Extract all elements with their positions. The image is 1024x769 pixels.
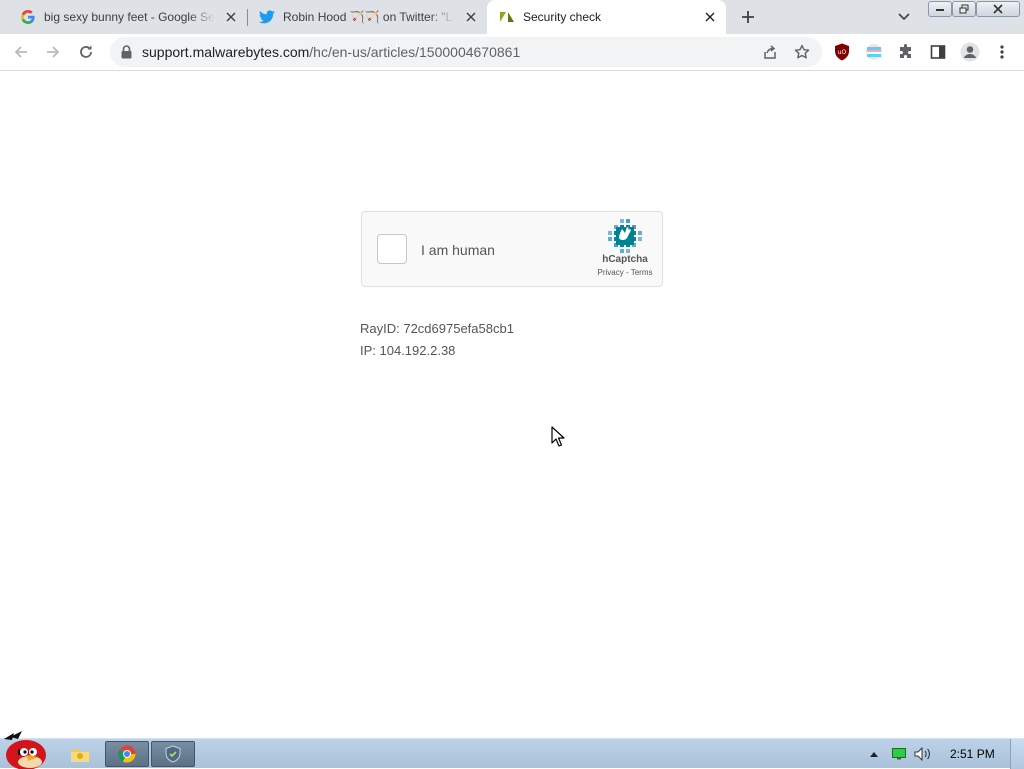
ip-address-text: IP: 104.192.2.38 [360,343,456,358]
browser-window: big sexy bunny feet - Google Search Robi… [0,0,1024,738]
tab-search-button[interactable] [894,7,914,27]
volume-tray-icon[interactable] [912,739,934,769]
profile-avatar-icon[interactable] [958,40,982,64]
link-separator: - [623,268,631,277]
checkbox-label[interactable]: I am human [421,242,495,258]
captcha-links: Privacy - Terms [594,268,656,277]
close-tab-icon[interactable] [461,7,481,27]
google-icon [20,9,36,25]
human-checkbox[interactable] [377,234,407,264]
show-hidden-icons-button[interactable] [866,739,882,769]
new-tab-button[interactable] [736,6,760,28]
lock-icon[interactable] [119,44,133,60]
network-icon [892,748,906,760]
url-text[interactable]: support.malwarebytes.com/hc/en-us/articl… [142,44,520,60]
restore-icon [952,0,976,17]
twitter-icon [259,9,275,25]
chrome-menu-icon[interactable] [990,40,1014,64]
ray-id-text: RayID: 72cd6975efa58cb1 [360,321,514,336]
svg-text:uO: uO [838,49,847,56]
hcaptcha-logo-icon [608,219,642,253]
privacy-link[interactable]: Privacy [598,268,624,277]
speaker-icon [914,747,930,761]
start-button-angry-bird-icon[interactable] [0,731,50,769]
address-bar[interactable]: support.malwarebytes.com/hc/en-us/articl… [110,37,822,67]
restore-button[interactable] [952,0,976,17]
forward-button[interactable] [41,40,65,64]
terms-link[interactable]: Terms [631,268,653,277]
window-close-button[interactable] [976,0,1020,17]
close-tab-icon[interactable] [700,7,720,27]
extensions-puzzle-icon[interactable] [894,40,918,64]
zendesk-icon [499,9,515,25]
extension-flag-icon[interactable] [862,40,886,64]
network-tray-icon[interactable] [890,739,908,769]
taskbar-clock[interactable]: 2:51 PM [950,747,995,761]
minimize-button[interactable] [928,0,952,17]
browser-toolbar: support.malwarebytes.com/hc/en-us/articl… [0,34,1024,71]
back-button[interactable] [9,40,33,64]
taskbar-chrome[interactable] [105,741,149,767]
tab-title: Robin Hood 🏹🏹 on Twitter: "Lola [283,10,455,24]
mouse-cursor-icon [551,426,565,447]
tab-twitter[interactable]: Robin Hood 🏹🏹 on Twitter: "Lola [247,0,487,34]
reload-button[interactable] [74,40,98,64]
shield-icon [165,745,181,763]
taskbar-explorer[interactable] [58,741,102,767]
folder-icon [71,749,89,762]
url-domain: support.malwarebytes.com [142,44,310,60]
tab-strip: big sexy bunny feet - Google Search Robi… [0,0,1024,34]
show-desktop-button[interactable] [1010,739,1024,769]
tab-google-search[interactable]: big sexy bunny feet - Google Search [0,0,247,34]
tab-title: Security check [523,10,602,24]
chrome-icon [118,745,136,763]
windows-taskbar: 2:51 PM [0,731,1024,769]
tab-title: big sexy bunny feet - Google Search [44,10,215,24]
bookmark-star-icon[interactable] [792,42,812,62]
share-icon[interactable] [760,42,780,62]
url-path: /hc/en-us/articles/1500004670861 [309,44,521,60]
close-tab-icon[interactable] [221,7,241,27]
minimize-icon [928,0,952,17]
side-panel-icon[interactable] [926,40,950,64]
ublock-origin-icon[interactable]: uO [830,40,854,64]
taskbar-security-app[interactable] [151,741,195,767]
hcaptcha-widget: I am human hCaptcha Privacy - Terms [361,211,663,287]
chevron-up-icon [870,752,878,757]
close-icon [976,0,1020,17]
hcaptcha-brand: hCaptcha [602,254,648,265]
tab-security-check[interactable]: Security check [487,0,726,34]
